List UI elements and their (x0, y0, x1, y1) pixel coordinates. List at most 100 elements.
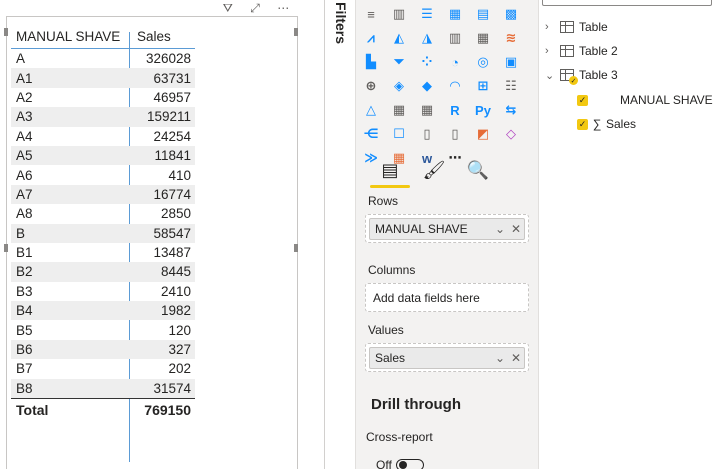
column-header-sales[interactable]: Sales (129, 29, 195, 44)
table-row[interactable]: B3 2410 (11, 282, 195, 301)
remove-field-icon[interactable]: ✕ (508, 222, 524, 236)
key-influencers-icon[interactable]: ⇆ (500, 100, 522, 120)
resize-handle[interactable] (294, 28, 298, 36)
row-sales-value: 63731 (153, 70, 191, 86)
table-row[interactable]: A8 2850 (11, 204, 195, 223)
qna-icon[interactable]: ☐ (388, 124, 410, 144)
smart-narrative-icon[interactable]: ▯ (416, 124, 438, 144)
100-bar-chart-icon[interactable]: ▤ (472, 4, 494, 24)
multi-row-card-icon[interactable]: ☷ (500, 76, 522, 96)
values-field-chip[interactable]: Sales ⌄ ✕ (369, 347, 525, 369)
row-category: B4 (16, 303, 33, 319)
table-row[interactable]: A1 63731 (11, 68, 195, 88)
chevron-right-icon[interactable]: › (545, 45, 557, 57)
table-row[interactable]: A3 159211 (11, 107, 195, 127)
line-column-chart-icon[interactable]: ▥ (444, 28, 466, 48)
table-row[interactable]: A4 24254 (11, 127, 195, 146)
field-manual-shave[interactable]: ✓ MANUAL SHAVE (577, 93, 713, 107)
map-icon[interactable]: ⊕ (360, 76, 382, 96)
pie-chart-icon[interactable]: ◔ (444, 52, 466, 72)
table-icon: ✓ (560, 69, 578, 85)
fields-search-input[interactable] (542, 0, 712, 6)
remove-field-icon[interactable]: ✕ (508, 351, 524, 365)
line-chart-icon[interactable]: ⩘ (360, 28, 382, 48)
row-sales-value: 1982 (160, 303, 191, 319)
table-row[interactable]: B8 31574 (11, 378, 195, 399)
cross-report-toggle[interactable] (395, 459, 424, 469)
scatter-chart-icon[interactable]: ⁘ (416, 52, 438, 72)
column-header-manual-shave[interactable]: MANUAL SHAVE (11, 29, 129, 44)
table-row[interactable]: B4 1982 (11, 301, 195, 321)
chevron-down-icon[interactable]: ⌄ (492, 351, 508, 365)
values-label: Values (368, 323, 404, 337)
columns-placeholder: Add data fields here (373, 291, 480, 305)
table-node-table-2[interactable]: › Table 2 (545, 44, 618, 58)
power-apps-icon[interactable]: ◇ (500, 124, 522, 144)
field-label: Sales (606, 117, 637, 131)
python-visual-icon[interactable]: Py (472, 100, 494, 120)
kpi-icon[interactable]: △ (360, 100, 382, 120)
chevron-down-icon[interactable]: ⌄ (492, 222, 508, 236)
filter-icon[interactable]: ⛛ (223, 1, 233, 16)
format-tab-icon[interactable]: 🖌 (412, 152, 456, 188)
slicer-icon[interactable]: ▦ (388, 100, 410, 120)
table-row[interactable]: B5 120 (11, 320, 195, 339)
rows-field-chip[interactable]: MANUAL SHAVE ⌄ ✕ (369, 218, 525, 240)
table-row[interactable]: B6 327 (11, 339, 195, 360)
resize-handle[interactable] (4, 244, 8, 252)
chevron-down-icon[interactable]: ⌄ (545, 69, 557, 82)
ribbon-chart-icon[interactable]: ≋ (500, 28, 522, 48)
funnel-chart-icon[interactable]: ⏷ (388, 52, 410, 72)
card-icon[interactable]: ⊞ (472, 76, 494, 96)
table-row[interactable]: B2 8445 (11, 262, 195, 282)
table-row[interactable]: A2 46957 (11, 88, 195, 107)
data-table: MANUAL SHAVE Sales A 326028 A1 63731 A2 46957… (11, 24, 195, 420)
table-row[interactable]: A7 16774 (11, 184, 195, 205)
columns-well[interactable]: Add data fields here (365, 283, 529, 312)
table-name: Table (579, 20, 608, 34)
table-row[interactable]: B1 13487 (11, 243, 195, 262)
field-sales[interactable]: ✓ ∑ Sales (577, 117, 636, 131)
focus-mode-icon[interactable]: ⤢ (250, 1, 260, 16)
table-node-table[interactable]: › Table (545, 20, 608, 34)
table-row[interactable]: A 326028 (11, 49, 195, 68)
table-row[interactable]: A5 11841 (11, 145, 195, 166)
stacked-bar-chart-icon[interactable]: ≡ (360, 4, 382, 24)
filled-map-icon[interactable]: ◈ (388, 76, 410, 96)
shape-map-icon[interactable]: ◆ (416, 76, 438, 96)
chevron-right-icon[interactable]: › (545, 21, 557, 33)
100-column-chart-icon[interactable]: ▩ (500, 4, 522, 24)
filters-pane-collapsed[interactable]: Filters (325, 0, 356, 469)
values-well[interactable]: Sales ⌄ ✕ (365, 343, 529, 372)
more-options-icon[interactable]: ⋯ (277, 1, 289, 15)
row-category: A6 (16, 167, 33, 183)
decomposition-tree-icon[interactable]: ⋲ (360, 124, 382, 144)
table-row[interactable]: A6 410 (11, 165, 195, 184)
fields-tab-icon[interactable]: ▤ (368, 152, 412, 188)
row-category: A2 (16, 89, 33, 105)
waterfall-chart-icon[interactable]: ▙ (360, 52, 382, 72)
donut-chart-icon[interactable]: ◎ (472, 52, 494, 72)
resize-handle[interactable] (294, 244, 298, 252)
paginated-report-icon[interactable]: ▯ (444, 124, 466, 144)
resize-handle[interactable] (4, 28, 8, 36)
table-row[interactable]: B 58547 (11, 223, 195, 243)
table-icon[interactable]: ▦ (416, 100, 438, 120)
gauge-icon[interactable]: ◠ (444, 76, 466, 96)
area-chart-icon[interactable]: ◭ (388, 28, 410, 48)
checkbox-checked-icon[interactable]: ✓ (577, 94, 588, 106)
stacked-area-chart-icon[interactable]: ◮ (416, 28, 438, 48)
treemap-icon[interactable]: ▣ (500, 52, 522, 72)
clustered-column-chart-icon[interactable]: ▦ (444, 4, 466, 24)
arcgis-map-icon[interactable]: ◩ (472, 124, 494, 144)
line-stacked-column-icon[interactable]: ▦ (472, 28, 494, 48)
checkbox-checked-icon[interactable]: ✓ (577, 118, 588, 130)
rows-well[interactable]: MANUAL SHAVE ⌄ ✕ (365, 214, 529, 243)
analytics-tab-icon[interactable]: 🔍 (456, 152, 500, 188)
clustered-bar-chart-icon[interactable]: ☰ (416, 4, 438, 24)
table-row[interactable]: B7 202 (11, 359, 195, 378)
stacked-column-chart-icon[interactable]: ▥ (388, 4, 410, 24)
table-node-table-3[interactable]: ⌄ ✓ Table 3 (545, 68, 618, 85)
r-visual-icon[interactable]: R (444, 100, 466, 120)
row-sales-value: 11841 (154, 148, 191, 164)
